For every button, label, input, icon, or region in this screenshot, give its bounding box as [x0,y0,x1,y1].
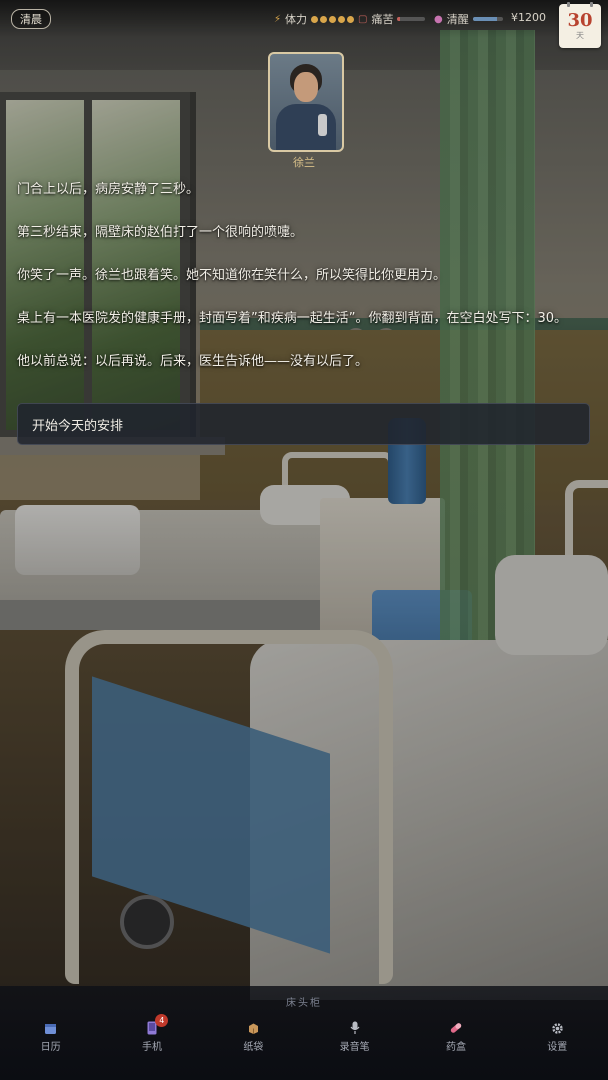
stamina-label: 体力 [285,13,308,26]
stamina-dot [320,15,328,23]
pain-square-icon: ▢ [358,13,368,25]
bottom-toolbar: 床头柜 日历 4 手机 纸袋 录音笔 药盒 设置 [0,986,608,1080]
stamina-dot [311,15,319,23]
narrative-paragraph: 你笑了一声。徐兰也跟着笑。她不知道你在笑什么，所以笑得比你更用力。 [17,268,447,283]
clarity-stat: ● 清醒 [434,11,503,27]
stamina-dot [338,15,346,23]
calendar-icon [0,1020,101,1036]
location-label: 床头柜 [286,998,322,1009]
pain-stat: ▢ 痛苦 [358,11,426,27]
narrative-paragraph: 门合上以后，病房安静了三秒。 [17,182,200,197]
stamina-dot [347,15,355,23]
nav-settings[interactable]: 设置 [507,1020,608,1053]
pill-box-icon [405,1020,506,1036]
voice-recorder-icon [304,1020,405,1036]
brain-icon: ● [434,13,443,25]
narrative-paragraph: 他以前总说：以后再说。后来，医生告诉他——没有以后了。 [17,354,369,369]
clarity-label: 清醒 [446,13,469,26]
stamina-dots [311,15,355,23]
money-display: ¥1200 [511,11,546,24]
nav-calendar[interactable]: 日历 [0,1020,101,1053]
day-unit: 天 [576,31,584,40]
nav-phone[interactable]: 4 手机 [101,1014,202,1053]
narrative-paragraph: 第三秒结束，隔壁床的赵伯打了一个很响的喷嚏。 [17,225,304,240]
day-number: 30 [567,10,593,31]
nav-voice-recorder[interactable]: 录音笔 [304,1020,405,1053]
stamina-stat: ⚡ 体力 [274,11,355,27]
lightning-icon: ⚡ [274,13,282,25]
narrative-text: 门合上以后，病房安静了三秒。 第三秒结束，隔壁床的赵伯打了一个很响的喷嚏。 你笑… [17,176,589,391]
status-hud: 清晨 ⚡ 体力 ▢ 痛苦 ● 清醒 ¥1200 30 天 [0,0,608,48]
pain-label: 痛苦 [371,13,394,26]
character-portrait[interactable] [268,52,344,152]
paper-bag-icon [203,1020,304,1036]
nav-paper-bag[interactable]: 纸袋 [203,1020,304,1053]
phone-icon [101,1020,202,1036]
item-nav: 日历 4 手机 纸袋 录音笔 药盒 设置 [0,1014,608,1053]
narrative-paragraph: 桌上有一本医院发的健康手册，封面写着”和疾病一起生活”。你翻到背面，在空白处写下… [17,311,568,326]
nav-pill-box[interactable]: 药盒 [405,1020,506,1053]
clarity-bar [472,17,503,21]
start-day-button[interactable]: 开始今天的安排 [17,403,590,445]
pain-bar [397,17,426,21]
gear-icon [507,1020,608,1036]
day-counter-calendar[interactable]: 30 天 [559,2,601,48]
character-name: 徐兰 [293,156,315,169]
time-of-day-badge: 清晨 [11,9,51,29]
stamina-dot [329,15,337,23]
